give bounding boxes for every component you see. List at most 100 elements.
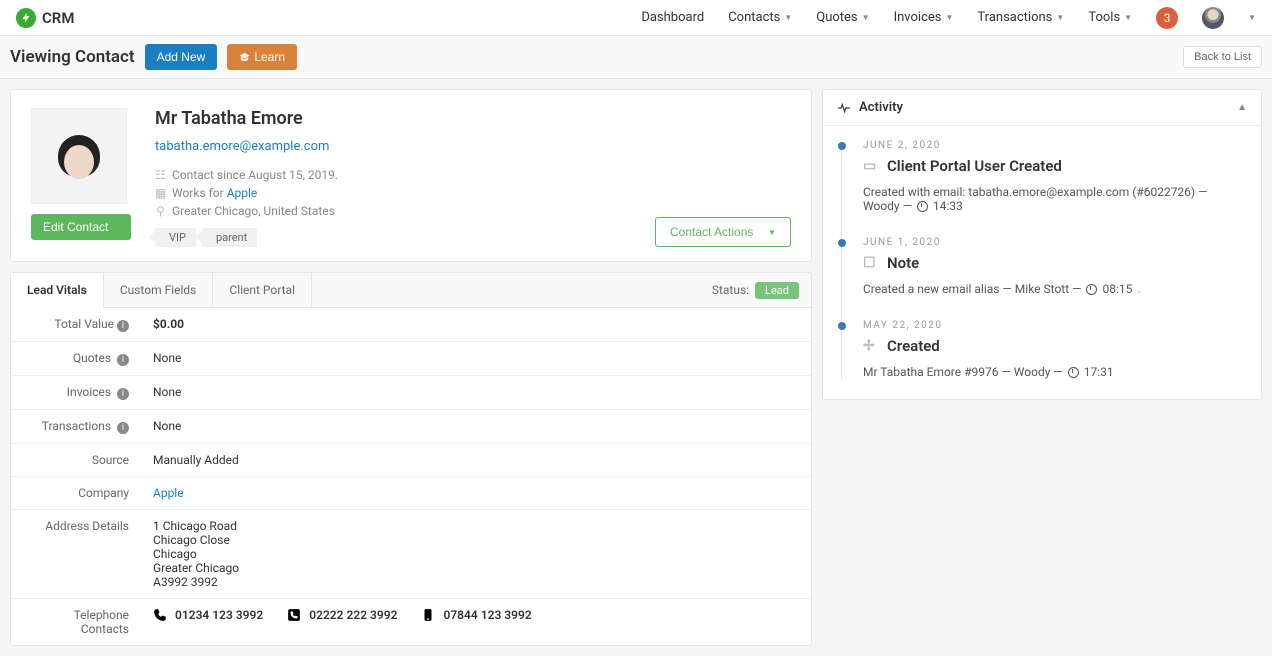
phone-work: 02222 222 3992 [287,608,397,622]
brand-text: CRM [42,9,74,27]
back-to-list-button[interactable]: Back to List [1183,46,1262,68]
note-icon: ☐ [863,255,879,271]
nav-transactions[interactable]: Transactions▼ [977,10,1064,25]
graduation-icon [239,52,250,63]
contact-works-for: ▦ Works for Apple [155,186,791,200]
brand-icon [16,8,36,28]
activity-item: JUNE 1, 2020 ☐ Note Created a new email … [851,237,1247,296]
phone-icon [153,608,167,622]
timeline-dot-icon [838,239,846,247]
contact-location: ⚲ Greater Chicago, United States [155,204,791,218]
company-link[interactable]: Apple [227,186,258,200]
info-icon[interactable]: i [117,354,129,366]
activity-date: JUNE 2, 2020 [863,140,1247,151]
tabs: Lead Vitals Custom Fields Client Portal … [10,272,812,308]
collapse-button[interactable]: ▲ [1237,102,1247,113]
user-menu-caret-icon[interactable]: ▼ [1248,13,1256,22]
table-row: Telephone Contacts 01234 123 3992 02222 … [11,599,811,646]
activity-date: JUNE 1, 2020 [863,237,1247,248]
page-title: Viewing Contact [10,47,135,67]
user-avatar[interactable] [1202,7,1224,29]
caret-icon: ▼ [945,13,953,22]
table-row: Address Details 1 Chicago Road Chicago C… [11,510,811,599]
tab-lead-vitals[interactable]: Lead Vitals [11,273,104,308]
lead-vitals-panel: Total Valuei $0.00 Quotes i None Invoice… [10,308,812,646]
table-row: Transactions i None [11,410,811,444]
contact-actions-wrap: Contact Actions ▼ [655,217,791,247]
info-icon[interactable]: i [117,320,129,332]
caret-icon: ▼ [1056,13,1064,22]
add-new-button[interactable]: Add New [145,44,218,70]
caret-icon: ▼ [784,13,792,22]
activity-description: Created with email: tabatha.emore@exampl… [863,185,1247,213]
pin-icon: ⚲ [155,204,166,218]
timeline-dot-icon [838,322,846,330]
activity-title: ▭ Client Portal User Created [863,157,1247,175]
table-row: Quotes i None [11,342,811,376]
contact-since: ☷ Contact since August 15, 2019. [155,168,791,182]
right-column: Activity ▲ JUNE 2, 2020 ▭ Client Portal … [822,89,1262,400]
contact-photo [31,108,127,204]
tab-custom-fields[interactable]: Custom Fields [104,273,214,307]
tag-vip[interactable]: VIP [155,228,196,247]
notification-badge[interactable]: 3 [1156,7,1178,29]
edit-contact-button[interactable]: Edit Contact [31,214,131,240]
expand-icon[interactable]: ⌄ [1135,286,1143,296]
clock-icon [1068,367,1079,378]
activity-title: ☐ Note [863,254,1247,272]
activity-item: MAY 22, 2020 ✢ Created Mr Tabatha Emore … [851,320,1247,379]
nav-invoices[interactable]: Invoices▼ [894,10,954,25]
activity-header: Activity ▲ [823,90,1261,126]
phone-landline: 01234 123 3992 [153,608,263,622]
contact-actions-button[interactable]: Contact Actions ▼ [655,217,791,247]
mobile-icon [421,608,435,622]
activity-description: Created a new email alias — Mike Stott —… [863,282,1247,296]
photo-column: Edit Contact [31,108,131,247]
vitals-table: Total Valuei $0.00 Quotes i None Invoice… [11,308,811,645]
status-display: Status: Lead [712,282,811,299]
info-icon[interactable]: i [117,422,129,434]
table-row: Total Valuei $0.00 [11,308,811,342]
caret-icon: ▼ [862,13,870,22]
activity-panel: Activity ▲ JUNE 2, 2020 ▭ Client Portal … [822,89,1262,400]
table-row: Company Apple [11,477,811,510]
activity-title: ✢ Created [863,337,1247,355]
nav-dashboard[interactable]: Dashboard [641,10,704,25]
plus-icon: ✢ [863,338,879,354]
calendar-icon: ☷ [155,168,166,182]
clock-icon [1086,284,1097,295]
brand-logo[interactable]: CRM [16,8,74,28]
activity-description: Mr Tabatha Emore #9976 — Woody — 17:31 [863,365,1247,379]
main-content: Edit Contact Mr Tabatha Emore tabatha.em… [0,79,1272,656]
activity-item: JUNE 2, 2020 ▭ Client Portal User Create… [851,140,1247,213]
subbar: Viewing Contact Add New Learn Back to Li… [0,36,1272,79]
tag-parent[interactable]: parent [202,228,257,247]
left-column: Edit Contact Mr Tabatha Emore tabatha.em… [10,89,812,646]
contact-name: Mr Tabatha Emore [155,108,791,129]
table-row: Invoices i None [11,376,811,410]
contact-header-card: Edit Contact Mr Tabatha Emore tabatha.em… [10,89,812,262]
phone-mobile: 07844 123 3992 [421,608,531,622]
caret-icon: ▼ [1124,13,1132,22]
nav-contacts[interactable]: Contacts▼ [728,10,792,25]
info-icon[interactable]: i [117,388,129,400]
id-card-icon: ▭ [863,158,879,174]
top-nav: Dashboard Contacts▼ Quotes▼ Invoices▼ Tr… [641,7,1256,29]
building-icon: ▦ [155,186,166,200]
table-row: Source Manually Added [11,444,811,477]
learn-button[interactable]: Learn [227,44,297,70]
topbar: CRM Dashboard Contacts▼ Quotes▼ Invoices… [0,0,1272,36]
nav-quotes[interactable]: Quotes▼ [816,10,869,25]
heartbeat-icon [837,101,851,115]
clock-icon [917,201,928,212]
tab-client-portal[interactable]: Client Portal [213,273,312,307]
nav-tools[interactable]: Tools▼ [1088,10,1132,25]
activity-date: MAY 22, 2020 [863,320,1247,331]
vitals-company-link[interactable]: Apple [153,486,184,500]
caret-icon: ▼ [768,228,776,237]
phone-square-icon [287,608,301,622]
activity-timeline: JUNE 2, 2020 ▭ Client Portal User Create… [823,126,1261,399]
contact-email-link[interactable]: tabatha.emore@example.com [155,139,791,154]
timeline-dot-icon [838,142,846,150]
status-badge: Lead [755,282,799,299]
